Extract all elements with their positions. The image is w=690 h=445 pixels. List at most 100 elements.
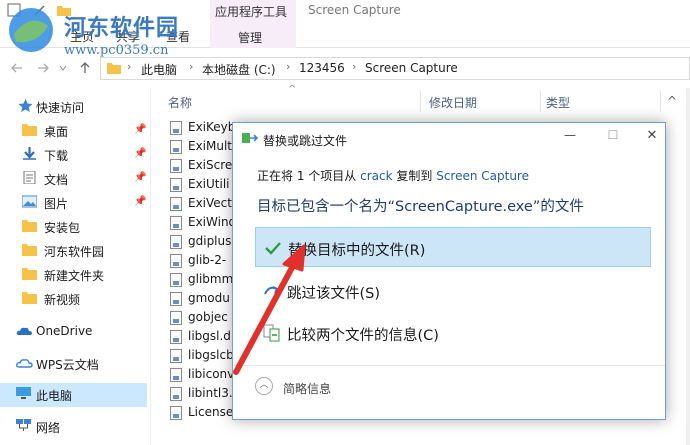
file-name: gdiplus (188, 234, 232, 248)
folder-icon (107, 63, 121, 74)
file-icon (170, 273, 182, 287)
file-name: libgslcb (188, 348, 234, 362)
pin-icon: 📌 (134, 172, 147, 183)
copy-status-mid: 复制到 (396, 169, 433, 183)
nav-this-pc[interactable]: 此电脑 (0, 383, 147, 407)
file-name: libgsl.d (188, 329, 231, 343)
file-icon (170, 368, 182, 382)
close-icon[interactable]: ✕ (641, 128, 663, 146)
nav-pictures[interactable]: 图片 📌 (0, 191, 150, 215)
file-icon (170, 178, 182, 192)
file-icon (170, 216, 182, 230)
nav-new-folder[interactable]: 新建文件夹 (0, 263, 150, 287)
skip-file-label: 跳过该文件(S) (287, 286, 381, 302)
column-divider[interactable] (420, 90, 421, 112)
file-icon (170, 140, 182, 154)
file-name: ExiScre (188, 158, 233, 172)
nav-hedong-software[interactable]: 河东软件园 (0, 239, 150, 263)
file-icon (170, 349, 182, 363)
fewer-details-label: 简略信息 (283, 382, 332, 396)
nav-network[interactable]: 网络 (0, 415, 150, 439)
file-name: ExiKeyb (188, 120, 236, 134)
folder-icon (22, 124, 37, 136)
column-header-more-icon[interactable]: ^ (667, 94, 677, 108)
compare-files-label: 比较两个文件的信息(C) (287, 328, 439, 344)
file-icon (170, 406, 182, 420)
breadcrumb-screen-capture[interactable]: Screen Capture (365, 61, 458, 75)
nav-downloads[interactable]: 下载 📌 (0, 143, 150, 167)
recent-dropdown-icon[interactable] (58, 63, 68, 73)
cloud-icon (16, 327, 32, 335)
folder-icon (22, 268, 37, 280)
pane-divider (150, 88, 151, 445)
compare-files-icon (263, 324, 280, 342)
document-icon (23, 171, 36, 184)
watermark-logo-icon (9, 8, 53, 52)
file-icon (170, 330, 182, 344)
compare-files-option[interactable]: 比较两个文件的信息(C) (255, 313, 651, 353)
download-icon (23, 147, 36, 160)
breadcrumb-this-pc[interactable]: 此电脑 (141, 61, 177, 78)
folder-icon (22, 220, 37, 232)
window-title: Screen Capture (308, 3, 401, 17)
file-name: ExiUtili (188, 177, 230, 191)
folder-icon (22, 244, 37, 256)
dialog-titlebar[interactable]: 替换或跳过文件 — ☐ ✕ (233, 123, 665, 153)
nav-new-video[interactable]: 新视频 (0, 287, 150, 311)
pin-icon: 📌 (134, 148, 147, 159)
replace-file-option[interactable]: 替换目标中的文件(R) (255, 227, 651, 267)
column-header-name[interactable]: 名称 (168, 94, 192, 111)
file-icon (170, 311, 182, 325)
file-name: glibmm (188, 272, 234, 286)
file-icon (170, 197, 182, 211)
nav-wps-cloud[interactable]: WPS云文档 (0, 352, 150, 376)
breadcrumb-123456[interactable]: 123456 (299, 61, 345, 75)
back-arrow-icon[interactable] (10, 61, 24, 75)
dialog-heading: 目标已包含一个名为“ScreenCapture.exe”的文件 (257, 199, 584, 215)
file-name: libiconv (188, 367, 235, 381)
chevron-up-icon: ︿ (255, 377, 273, 395)
minimize-icon[interactable]: — (559, 128, 581, 146)
nav-onedrive[interactable]: OneDrive (0, 320, 150, 344)
file-icon (170, 387, 182, 401)
star-icon (18, 99, 33, 112)
pin-icon: 📌 (134, 124, 147, 135)
tab-manage[interactable]: 管理 (238, 29, 262, 46)
file-name: glib-2- (188, 253, 227, 267)
file-icon (170, 254, 182, 268)
dialog-title: 替换或跳过文件 (263, 134, 348, 148)
nav-quick-access[interactable]: 快速访问 (0, 95, 150, 119)
replace-or-skip-dialog: 替换或跳过文件 — ☐ ✕ 正在将 1 个项目从 crack 复制到 Scree… (232, 122, 666, 420)
destination-folder-link[interactable]: Screen Capture (436, 169, 529, 183)
maximize-icon[interactable]: ☐ (602, 128, 624, 146)
column-divider[interactable] (540, 90, 541, 112)
picture-icon (22, 195, 37, 208)
computer-icon (16, 387, 31, 399)
file-icon (170, 159, 182, 173)
dialog-footer-divider (233, 365, 665, 366)
file-icon (170, 121, 182, 135)
source-folder-link[interactable]: crack (360, 169, 392, 183)
breadcrumb-local-disk[interactable]: 本地磁盘 (C:) (202, 61, 276, 78)
wps-cloud-icon (16, 359, 33, 368)
checkmark-icon (265, 242, 281, 255)
nav-desktop[interactable]: 桌面 📌 (0, 119, 150, 143)
skip-file-option[interactable]: 跳过该文件(S) (255, 271, 651, 311)
nav-install-packages[interactable]: 安装包 (0, 215, 150, 239)
column-divider[interactable] (660, 90, 661, 112)
file-icon (170, 292, 182, 306)
copy-status-prefix: 正在将 1 个项目从 (257, 169, 357, 183)
copy-status-text: 正在将 1 个项目从 crack 复制到 Screen Capture (257, 167, 529, 184)
file-name: ExiMult (188, 139, 233, 153)
column-header-date[interactable]: 修改日期 (429, 94, 477, 111)
forward-arrow-icon[interactable] (36, 61, 50, 75)
pin-icon: 📌 (134, 196, 147, 207)
app-tools-title: 应用程序工具 (215, 5, 288, 19)
file-name: ExiWind (188, 215, 237, 229)
sort-caret-icon: ^ (288, 84, 297, 95)
column-header-type[interactable]: 类型 (546, 94, 570, 111)
file-name: gobjec (188, 310, 228, 324)
up-arrow-icon[interactable] (78, 61, 92, 75)
watermark-name: 河东软件园 (64, 16, 180, 41)
nav-documents[interactable]: 文档 📌 (0, 167, 150, 191)
